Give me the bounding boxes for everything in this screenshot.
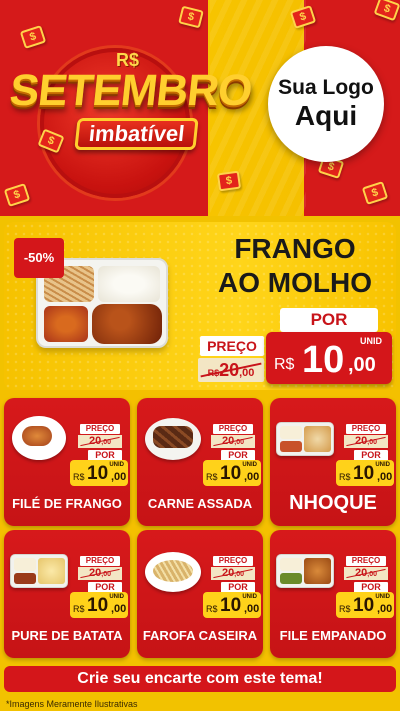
product-card[interactable]: PREÇO20,00PORUNIDR$10,00CARNE ASSADA xyxy=(137,398,263,526)
product-name: NHOQUE xyxy=(289,492,377,514)
campaign-subtitle: imbatível xyxy=(74,118,200,150)
price-cents: ,00 xyxy=(244,603,260,615)
price-currency: R$ xyxy=(274,356,295,373)
price-currency: R$ xyxy=(73,472,85,482)
money-bag-icon: $ xyxy=(19,25,47,49)
logo-line2: Aqui xyxy=(294,100,358,131)
product-image xyxy=(143,412,201,460)
product-price-label: PREÇO xyxy=(346,556,386,566)
price-integer: 10 xyxy=(353,595,375,616)
unit-label: UNID xyxy=(109,462,124,468)
price-cents: ,00 xyxy=(348,354,376,376)
product-new-price: UNID R$ 10,00 xyxy=(70,460,128,486)
product-old-price: 20,00 xyxy=(344,435,388,448)
price-currency: R$ xyxy=(206,472,218,482)
product-name: CARNE ASSADA xyxy=(147,496,253,511)
product-new-price: UNID R$ 10,00 xyxy=(203,592,261,618)
product-name: FILE EMPANADO xyxy=(279,628,387,643)
price-integer: 10 xyxy=(302,339,345,381)
product-price-label: PREÇO xyxy=(213,556,253,566)
product-card[interactable]: PREÇO20,00PORUNIDR$10,00FILE EMPANADO xyxy=(270,530,396,658)
product-price-label: PREÇO xyxy=(80,556,120,566)
product-new-price: UNID R$ 10,00 xyxy=(203,460,261,486)
product-old-price: 20,00 xyxy=(211,567,255,580)
product-image xyxy=(276,544,334,592)
product-new-price: UNID R$ 10,00 xyxy=(336,592,394,618)
featured-price-label: PREÇO xyxy=(200,336,264,356)
money-bag-icon: $ xyxy=(373,0,400,22)
featured-title-line1: FRANGO xyxy=(234,233,356,264)
price-currency: R$ xyxy=(206,604,218,614)
unit-label: UNID xyxy=(242,462,257,468)
unit-label: UNID xyxy=(375,594,390,600)
featured-title: FRANGO AO MOLHO xyxy=(200,232,390,300)
unit-label: UNID xyxy=(375,462,390,468)
price-integer: 10 xyxy=(220,463,242,484)
product-price-label: PREÇO xyxy=(80,424,120,434)
product-old-price: 20,00 xyxy=(78,435,122,448)
price-cents: ,00 xyxy=(377,603,393,615)
featured-title-line2: AO MOLHO xyxy=(218,267,372,298)
price-integer: 10 xyxy=(353,463,375,484)
price-cents: ,00 xyxy=(111,603,127,615)
money-bag-icon: $ xyxy=(216,170,242,192)
product-image xyxy=(10,412,68,460)
price-integer: 10 xyxy=(87,595,109,616)
logo-line1: Sua Logo xyxy=(278,76,374,99)
featured-old-price: R$20,00 xyxy=(198,358,264,382)
product-image xyxy=(143,544,201,592)
featured-new-price: UNID R$ 10 ,00 xyxy=(266,332,392,384)
product-new-price: UNID R$ 10,00 xyxy=(70,592,128,618)
money-bag-icon: $ xyxy=(361,181,389,205)
product-image xyxy=(10,544,68,592)
logo-placeholder[interactable]: Sua Logo Aqui xyxy=(268,46,384,162)
product-old-price: 20,00 xyxy=(78,567,122,580)
price-currency: R$ xyxy=(339,604,351,614)
header-banner: $ $ $ $ $ $ $ $ $ R$ SETEMBRO imbatível … xyxy=(0,0,400,216)
money-bag-icon: $ xyxy=(178,5,204,29)
product-card[interactable]: PREÇO20,00PORUNIDR$10,00FILÉ DE FRANGO xyxy=(4,398,130,526)
disclaimer: *Imagens Meramente Ilustrativas xyxy=(6,699,138,709)
product-old-price: 20,00 xyxy=(344,567,388,580)
price-cents: ,00 xyxy=(111,471,127,483)
price-currency: R$ xyxy=(339,472,351,482)
unit-label: UNID xyxy=(109,594,124,600)
product-name: PURE DE BATATA xyxy=(11,628,123,643)
unit-label: UNID xyxy=(242,594,257,600)
price-cents: ,00 xyxy=(377,471,393,483)
price-integer: 10 xyxy=(220,595,242,616)
price-cents: ,00 xyxy=(244,471,260,483)
product-old-price: 20,00 xyxy=(211,435,255,448)
unit-label: UNID xyxy=(360,336,382,346)
product-name: FAROFA CASEIRA xyxy=(142,628,258,643)
price-integer: 10 xyxy=(87,463,109,484)
featured-por-label: POR xyxy=(280,308,378,332)
product-name: FILÉ DE FRANGO xyxy=(12,496,122,511)
product-price-label: PREÇO xyxy=(346,424,386,434)
money-bag-icon: $ xyxy=(3,183,31,207)
price-currency: R$ xyxy=(73,604,85,614)
product-card[interactable]: PREÇO20,00PORUNIDR$10,00FAROFA CASEIRA xyxy=(137,530,263,658)
campaign-title: SETEMBRO xyxy=(7,66,254,115)
product-new-price: UNID R$ 10,00 xyxy=(336,460,394,486)
product-image xyxy=(276,412,334,460)
product-card[interactable]: PREÇO20,00PORUNIDR$10,00PURE DE BATATA xyxy=(4,530,130,658)
discount-badge: -50% xyxy=(14,238,64,278)
product-card[interactable]: PREÇO20,00PORUNIDR$10,00NHOQUE xyxy=(270,398,396,526)
product-price-label: PREÇO xyxy=(213,424,253,434)
cta-button[interactable]: Crie seu encarte com este tema! xyxy=(4,666,396,692)
